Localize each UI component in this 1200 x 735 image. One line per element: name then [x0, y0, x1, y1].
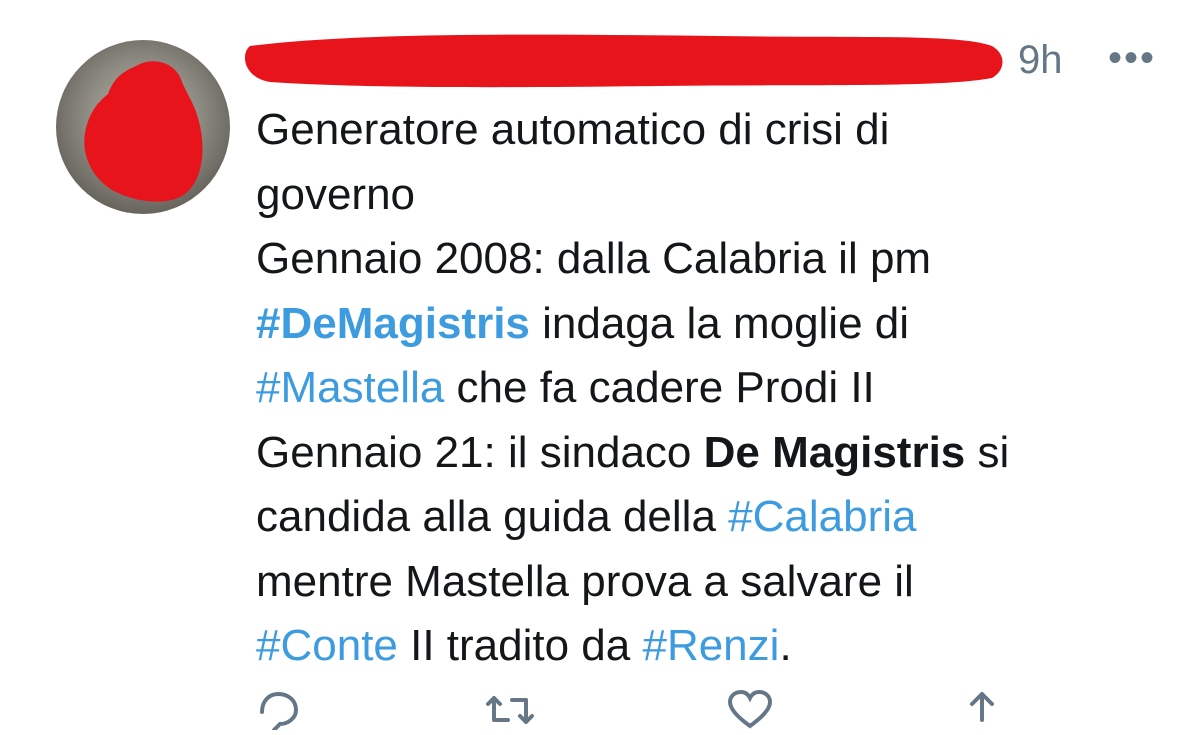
- text-segment: governo: [256, 169, 416, 219]
- tweet-text-line: #Conte II tradito da #Renzi.: [256, 614, 1176, 679]
- share-icon[interactable]: [962, 690, 1002, 735]
- reply-icon[interactable]: [256, 690, 300, 735]
- tweet-text-line: governo: [256, 163, 1176, 228]
- avatar[interactable]: [56, 40, 230, 214]
- hashtag-link[interactable]: #DeMagistris: [256, 299, 530, 348]
- text-segment: indaga la moglie di: [529, 298, 910, 348]
- text-segment: II tradito da: [397, 621, 643, 670]
- more-options-button[interactable]: •••: [1108, 34, 1156, 82]
- tweet-text-line: Gennaio 2008: dalla Calabria il pm: [256, 227, 1176, 292]
- retweet-icon[interactable]: [484, 690, 536, 735]
- text-segment: candida alla guida della: [256, 492, 729, 541]
- tweet-text-line: Generatore automatico di crisi di: [256, 98, 1176, 163]
- hashtag-link[interactable]: #Mastella: [256, 363, 444, 412]
- heart-icon[interactable]: [726, 689, 774, 735]
- avatar-redaction-mark: [84, 61, 203, 202]
- text-segment: Gennaio 21: il sindaco: [256, 427, 704, 477]
- tweet-actions: [256, 689, 1016, 732]
- bold-text: De Magistris: [703, 427, 966, 477]
- hashtag-link[interactable]: #Renzi: [642, 621, 779, 670]
- tweet-text-line: candida alla guida della #Calabria: [256, 485, 1176, 550]
- text-segment: .: [779, 621, 792, 670]
- tweet-text-line: mentre Mastella prova a salvare il: [256, 550, 1176, 615]
- text-segment: Generatore automatico di crisi di: [256, 105, 890, 154]
- hashtag-link[interactable]: #Calabria: [728, 492, 916, 541]
- author-name-redaction: [244, 34, 1003, 88]
- hashtag-link[interactable]: #Conte: [256, 621, 398, 670]
- tweet-text-line: #DeMagistris indaga la moglie di: [256, 292, 1176, 357]
- text-segment: che fa cadere Prodi II: [444, 363, 875, 412]
- tweet-text-line: #Mastella che fa cadere Prodi II: [256, 356, 1176, 421]
- text-segment: si: [965, 427, 1010, 477]
- tweet-timestamp[interactable]: 9h: [1018, 36, 1063, 84]
- text-segment: Gennaio 2008: dalla Calabria il pm: [256, 234, 932, 283]
- tweet-text: Generatore automatico di crisi di governo…: [256, 98, 1176, 679]
- text-segment: mentre Mastella prova a salvare il: [256, 556, 914, 606]
- tweet-text-line: Gennaio 21: il sindaco De Magistris si: [256, 421, 1176, 486]
